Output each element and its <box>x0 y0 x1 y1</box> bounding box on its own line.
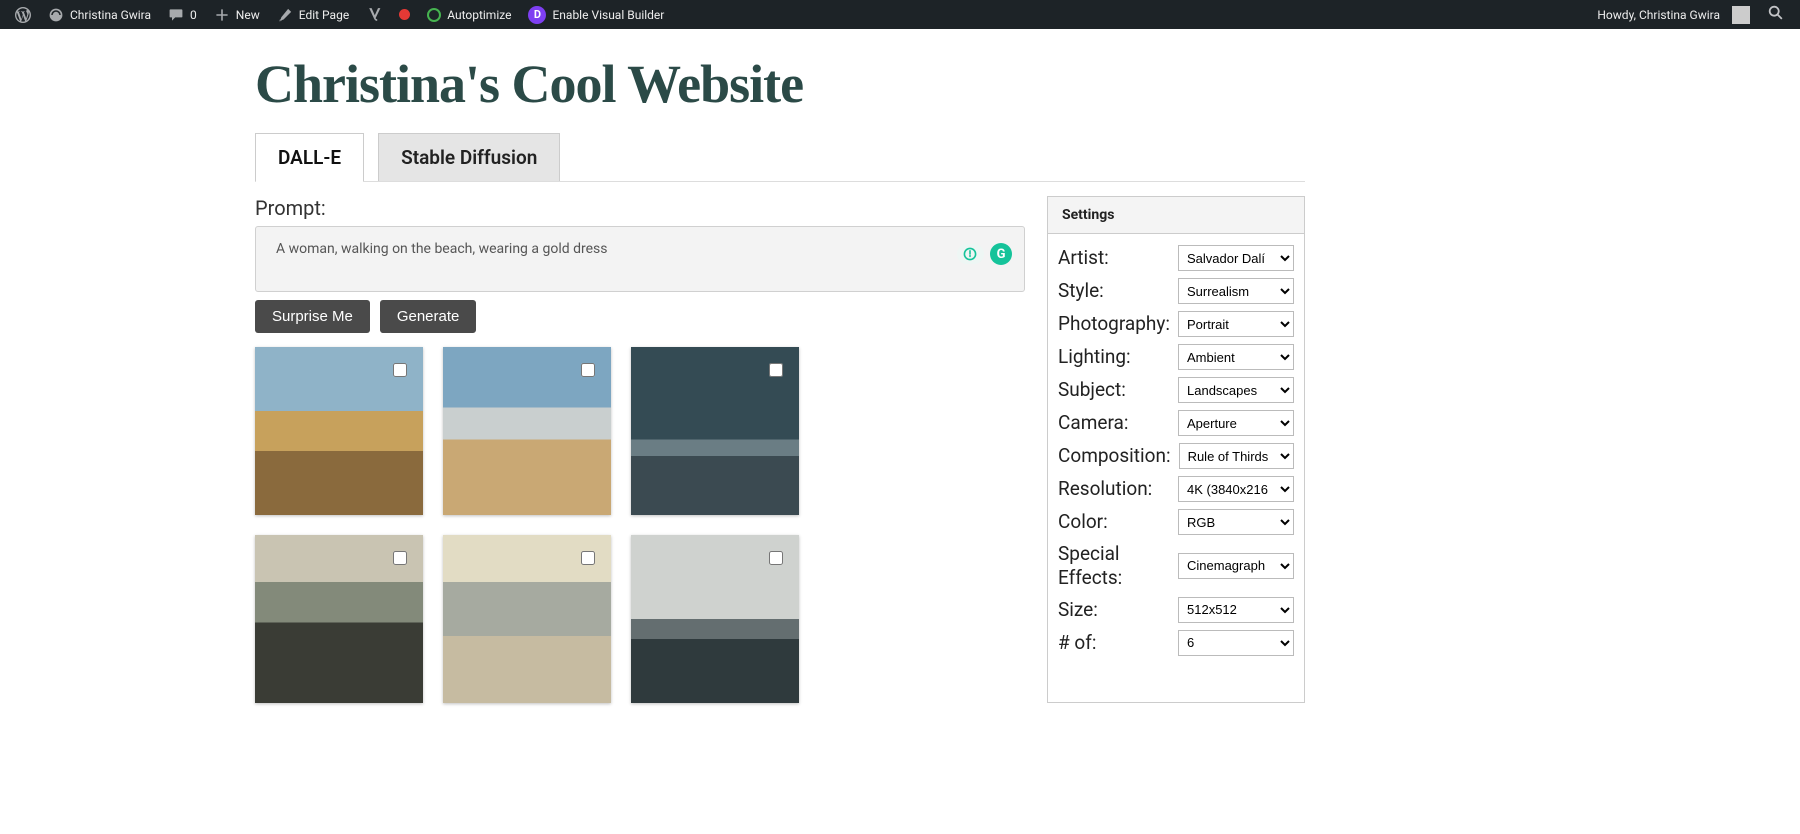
thumbnail-select-checkbox[interactable] <box>393 363 407 377</box>
divi-icon: D <box>528 6 546 24</box>
wordpress-icon <box>15 7 31 23</box>
thumbnail-select-checkbox[interactable] <box>581 363 595 377</box>
left-column: Prompt: A woman, walking on the beach, w… <box>255 196 1025 703</box>
prompt-input[interactable]: A woman, walking on the beach, wearing a… <box>255 226 1025 292</box>
thumbnail-select-checkbox[interactable] <box>769 363 783 377</box>
result-thumbnail[interactable] <box>631 535 799 703</box>
settings-row: Composition: Rule of Thirds <box>1058 439 1294 472</box>
settings-select[interactable]: Portrait <box>1178 311 1294 337</box>
result-thumbnail[interactable] <box>255 535 423 703</box>
thumbnail-select-checkbox[interactable] <box>581 551 595 565</box>
settings-select[interactable]: Salvador Dalí <box>1178 245 1294 271</box>
prompt-text: A woman, walking on the beach, wearing a… <box>276 241 607 257</box>
settings-body: Artist: Salvador Dalí Style: Surrealism Phot… <box>1048 234 1304 669</box>
settings-select[interactable]: Landscapes <box>1178 377 1294 403</box>
settings-label: Artist: <box>1058 246 1109 270</box>
settings-select[interactable]: Rule of Thirds <box>1179 443 1294 469</box>
settings-select[interactable]: RGB <box>1178 509 1294 535</box>
grammarly-suggestion-icon[interactable] <box>957 244 984 264</box>
thumbnail-select-checkbox[interactable] <box>393 551 407 565</box>
admin-site-name[interactable]: Christina Gwira <box>41 0 158 29</box>
tab-dalle[interactable]: DALL-E <box>255 133 364 181</box>
admin-search[interactable] <box>1760 0 1792 29</box>
settings-label: Photography: <box>1058 312 1170 336</box>
page-root: Christina's Cool Website DALL-E Stable D… <box>255 29 1305 743</box>
result-thumbnail[interactable] <box>443 535 611 703</box>
admin-comments[interactable]: 0 <box>161 0 204 29</box>
settings-select[interactable]: 512x512 <box>1178 597 1294 623</box>
settings-panel: Settings Artist: Salvador Dalí Style: Surre… <box>1047 196 1305 703</box>
admin-bar-right: Howdy, Christina Gwira <box>1590 0 1792 29</box>
comments-count: 0 <box>190 8 197 22</box>
divi-label: Enable Visual Builder <box>552 8 664 22</box>
site-name-text: Christina Gwira <box>70 8 151 22</box>
dashboard-icon <box>48 7 64 23</box>
admin-autoptimize[interactable]: Autoptimize <box>420 0 518 29</box>
admin-edit-page[interactable]: Edit Page <box>270 0 356 29</box>
record-icon <box>399 9 410 20</box>
grammarly-icon[interactable]: G <box>990 243 1012 265</box>
settings-label: Resolution: <box>1058 477 1152 501</box>
generator-tabs: DALL-E Stable Diffusion <box>255 133 1305 182</box>
settings-select[interactable]: Aperture <box>1178 410 1294 436</box>
admin-record[interactable] <box>392 0 417 29</box>
settings-row: Artist: Salvador Dalí <box>1058 238 1294 274</box>
autoptimize-icon <box>427 8 441 22</box>
result-thumbnail[interactable] <box>443 347 611 515</box>
settings-row: Camera: Aperture <box>1058 406 1294 439</box>
settings-row: Photography: Portrait <box>1058 307 1294 340</box>
wp-logo-menu[interactable] <box>8 0 38 29</box>
search-icon <box>1767 4 1785 25</box>
surprise-me-button[interactable]: Surprise Me <box>255 300 370 333</box>
settings-title: Settings <box>1048 197 1304 234</box>
settings-label: Style: <box>1058 279 1104 303</box>
settings-row: Style: Surrealism <box>1058 274 1294 307</box>
settings-row: Lighting: Ambient <box>1058 340 1294 373</box>
thumbnail-select-checkbox[interactable] <box>769 551 783 565</box>
admin-bar-left: Christina Gwira 0 New Edit Page <box>8 0 671 29</box>
result-thumbnail[interactable] <box>631 347 799 515</box>
settings-row: Subject: Landscapes <box>1058 373 1294 406</box>
pencil-icon <box>277 7 293 23</box>
settings-label: Camera: <box>1058 411 1128 435</box>
settings-row: Size: 512x512 <box>1058 593 1294 626</box>
settings-select[interactable]: Cinemagraph <box>1178 553 1294 579</box>
settings-row: Color: RGB <box>1058 505 1294 538</box>
settings-select[interactable]: Surrealism <box>1178 278 1294 304</box>
settings-select[interactable]: 6 <box>1178 630 1294 656</box>
settings-label: Lighting: <box>1058 345 1131 369</box>
admin-new[interactable]: New <box>207 0 267 29</box>
settings-row: Special Effects: Cinemagraph <box>1058 538 1294 593</box>
settings-label: # of: <box>1058 631 1096 655</box>
settings-row: # of: 6 <box>1058 626 1294 659</box>
prompt-extensions: G <box>957 243 1012 265</box>
yoast-icon <box>366 7 382 23</box>
results-grid <box>255 347 1025 703</box>
plus-icon <box>214 7 230 23</box>
settings-label: Subject: <box>1058 378 1126 402</box>
comments-icon <box>168 7 184 23</box>
tab-stable-diffusion[interactable]: Stable Diffusion <box>378 133 560 181</box>
autoptimize-label: Autoptimize <box>447 8 511 22</box>
prompt-label: Prompt: <box>255 196 1025 220</box>
admin-howdy[interactable]: Howdy, Christina Gwira <box>1590 0 1757 29</box>
main-columns: Prompt: A woman, walking on the beach, w… <box>255 196 1305 703</box>
new-label: New <box>236 8 260 22</box>
generate-button[interactable]: Generate <box>380 300 477 333</box>
wp-admin-bar: Christina Gwira 0 New Edit Page <box>0 0 1800 29</box>
howdy-text: Howdy, Christina Gwira <box>1597 8 1720 22</box>
admin-divi[interactable]: D Enable Visual Builder <box>521 0 671 29</box>
settings-row: Resolution: 4K (3840x216 <box>1058 472 1294 505</box>
settings-select[interactable]: Ambient <box>1178 344 1294 370</box>
admin-yoast[interactable] <box>359 0 389 29</box>
settings-select[interactable]: 4K (3840x216 <box>1178 476 1294 502</box>
settings-label: Composition: <box>1058 444 1171 468</box>
edit-page-label: Edit Page <box>299 8 349 22</box>
result-thumbnail[interactable] <box>255 347 423 515</box>
settings-label: Special Effects: <box>1058 542 1168 590</box>
page-title: Christina's Cool Website <box>255 53 1305 115</box>
settings-label: Color: <box>1058 510 1108 534</box>
settings-label: Size: <box>1058 598 1098 622</box>
avatar-icon <box>1732 6 1750 24</box>
